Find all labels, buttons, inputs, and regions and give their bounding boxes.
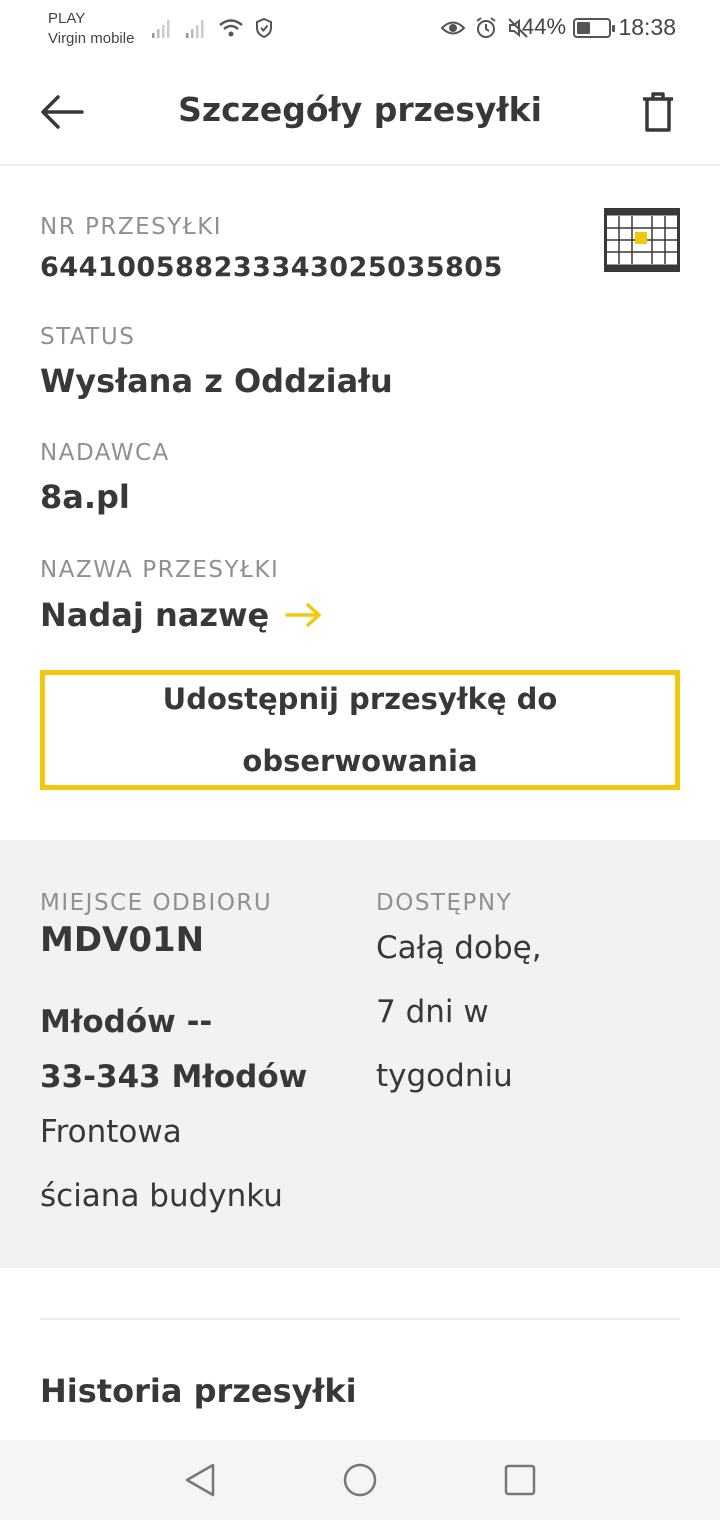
availability-text: Całą dobę, 7 dni w tygodniu: [376, 916, 676, 1108]
pickup-address: Młodów -- 33-343 Młodów: [40, 990, 360, 1100]
circle-home-icon: [343, 1463, 377, 1497]
parcel-locker-icon[interactable]: [604, 208, 680, 272]
pickup-postal-line: 33-343 Młodów: [40, 1059, 308, 1095]
divider: [40, 1318, 680, 1320]
eye-icon: [440, 21, 466, 35]
pickup-city-line: Młodów --: [40, 1004, 213, 1040]
system-nav-bar: [0, 1440, 720, 1520]
share-parcel-button[interactable]: Udostępnij przesyłkę do obserwowania: [40, 670, 680, 790]
page-title: Szczegóły przesyłki: [178, 90, 542, 129]
carrier-name: PLAY: [48, 10, 86, 27]
clock: 18:38: [618, 14, 676, 40]
status-icons-right: [440, 14, 530, 42]
sender-value: 8a.pl: [40, 478, 130, 516]
pickup-availability: DOSTĘPNY Całą dobę, 7 dni w tygodniu: [376, 890, 676, 1108]
trash-icon: [643, 92, 673, 132]
wifi-icon: [219, 19, 243, 37]
triangle-back-icon: [185, 1463, 215, 1497]
history-title: Historia przesyłki: [40, 1372, 357, 1410]
status-bar: PLAY Virgin mobile 44% 18:38: [0, 0, 720, 56]
parcel-name-label: NAZWA PRZESYŁKI: [40, 557, 280, 583]
signal-icon: [186, 20, 204, 38]
battery-icon: [573, 18, 615, 38]
battery-percent: 44%: [522, 14, 567, 39]
app-header: Szczegóły przesyłki: [0, 56, 720, 166]
pickup-place: MIEJSCE ODBIORU MDV01N Młodów -- 33-343 …: [40, 890, 360, 1228]
nav-home-button[interactable]: [338, 1458, 382, 1502]
arrow-right-icon: [285, 603, 321, 627]
nav-back-button[interactable]: [178, 1458, 222, 1502]
signal-icon: [152, 20, 170, 38]
pickup-place-code: MDV01N: [40, 920, 205, 960]
delete-button[interactable]: [632, 86, 684, 138]
status-icons-left: [150, 14, 274, 42]
carrier-subname: Virgin mobile: [48, 30, 135, 47]
availability-label: DOSTĘPNY: [376, 890, 513, 916]
battery-fill: [577, 22, 590, 34]
square-recents-icon: [504, 1464, 536, 1496]
shield-icon: [256, 17, 272, 39]
alarm-icon: [476, 17, 496, 38]
parcel-number-label: NR PRZESYŁKI: [40, 214, 223, 240]
nav-recents-button[interactable]: [498, 1458, 542, 1502]
status-value: Wysłana z Oddziału: [40, 362, 393, 400]
set-name-text: Nadaj nazwę: [40, 596, 270, 634]
availability-line: Całą dobę,: [376, 930, 542, 966]
status-label: STATUS: [40, 324, 136, 350]
pickup-section: MIEJSCE ODBIORU MDV01N Młodów -- 33-343 …: [0, 840, 720, 1268]
set-name-link[interactable]: Nadaj nazwę: [40, 596, 323, 634]
parcel-number-value: 644100588233343025035805: [40, 252, 503, 283]
pickup-desc-line: ściana budynku: [40, 1178, 283, 1214]
availability-line: tygodniu: [376, 1058, 513, 1094]
sender-label: NADAWCA: [40, 440, 170, 466]
pickup-place-label: MIEJSCE ODBIORU: [40, 890, 273, 916]
pickup-desc-line: Frontowa: [40, 1114, 182, 1150]
availability-line: 7 dni w: [376, 994, 489, 1030]
pickup-description: Frontowa ściana budynku: [40, 1100, 360, 1228]
